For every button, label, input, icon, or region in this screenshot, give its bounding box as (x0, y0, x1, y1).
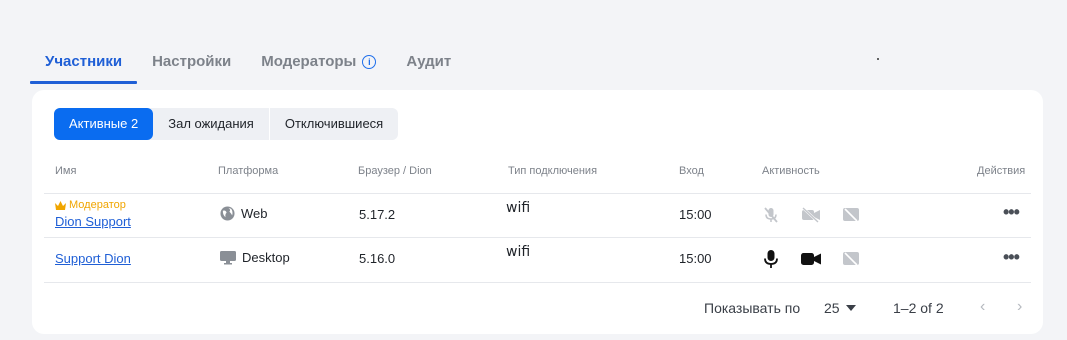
header-name[interactable]: Имя (55, 165, 76, 177)
divider (44, 193, 1031, 194)
divider (44, 237, 1031, 238)
pagination-range: 1–2 of 2 (893, 300, 944, 316)
tab-label: Аудит (406, 53, 452, 70)
platform-label: Desktop (242, 250, 290, 265)
divider (44, 282, 1031, 283)
tab-moderators[interactable]: Модераторы i (246, 40, 391, 84)
rows-per-page-value: 25 (824, 300, 840, 316)
next-page-button[interactable]: › (1017, 298, 1022, 316)
info-icon[interactable]: i (362, 55, 377, 69)
rows-per-page-label: Показывать по (704, 300, 801, 316)
filter-active[interactable]: Активные 2 (54, 108, 154, 140)
tab-bar: Участники Настройки Модераторы i Аудит (30, 40, 466, 84)
participant-name[interactable]: Dion Support (55, 214, 131, 229)
joined-cell: 15:00 (679, 251, 712, 266)
participants-card: Активные 2 Зал ожидания Отключившиеся Им… (32, 90, 1043, 334)
camera-off-icon[interactable] (801, 205, 821, 225)
participant-name[interactable]: Support Dion (55, 251, 131, 266)
tab-label: Участники (45, 53, 123, 70)
version-cell: 5.16.0 (359, 251, 396, 266)
participant-filter: Активные 2 Зал ожидания Отключившиеся (54, 108, 399, 140)
header-connection[interactable]: Тип подключения (508, 165, 597, 177)
header-activity: Активность (762, 165, 820, 177)
header-actions: Действия (977, 165, 1026, 177)
joined-cell: 15:00 (679, 207, 712, 222)
tab-participants[interactable]: Участники (30, 40, 138, 84)
connection-cell: wifi (506, 200, 531, 216)
filter-disconnected[interactable]: Отключившиеся (268, 108, 398, 140)
activity-icons (761, 205, 861, 225)
mic-off-icon[interactable] (761, 205, 781, 225)
platform-cell: Web (220, 206, 268, 221)
filter-waiting-room[interactable]: Зал ожидания (153, 108, 269, 140)
row-actions-button[interactable]: ••• (1003, 202, 1020, 223)
caret-down-icon (845, 305, 856, 311)
screen-share-off-icon[interactable] (841, 205, 861, 225)
activity-icons (761, 249, 861, 269)
rows-per-page-select[interactable]: 25 (824, 300, 856, 316)
platform-label: Web (241, 206, 268, 221)
header-browser[interactable]: Браузер / Dion (358, 165, 432, 177)
globe-icon (220, 206, 235, 221)
tab-audit[interactable]: Аудит (391, 40, 466, 84)
tab-settings[interactable]: Настройки (137, 40, 246, 84)
tab-label: Модераторы (261, 53, 357, 70)
mic-on-icon[interactable] (761, 249, 781, 269)
version-cell: 5.17.2 (359, 207, 396, 222)
prev-page-button[interactable]: ‹ (980, 298, 985, 316)
connection-cell: wifi (506, 244, 531, 260)
stray-dot (877, 58, 879, 60)
moderator-badge: Модератор (55, 199, 126, 211)
row-actions-button[interactable]: ••• (1003, 247, 1020, 268)
role-label: Модератор (69, 199, 126, 211)
camera-on-icon[interactable] (801, 249, 821, 269)
header-platform[interactable]: Платформа (218, 165, 278, 177)
crown-icon (55, 200, 66, 210)
screen-share-off-icon[interactable] (841, 249, 861, 269)
monitor-icon (220, 251, 236, 265)
tab-label: Настройки (152, 53, 232, 70)
header-joined[interactable]: Вход (679, 165, 704, 177)
platform-cell: Desktop (220, 250, 290, 265)
